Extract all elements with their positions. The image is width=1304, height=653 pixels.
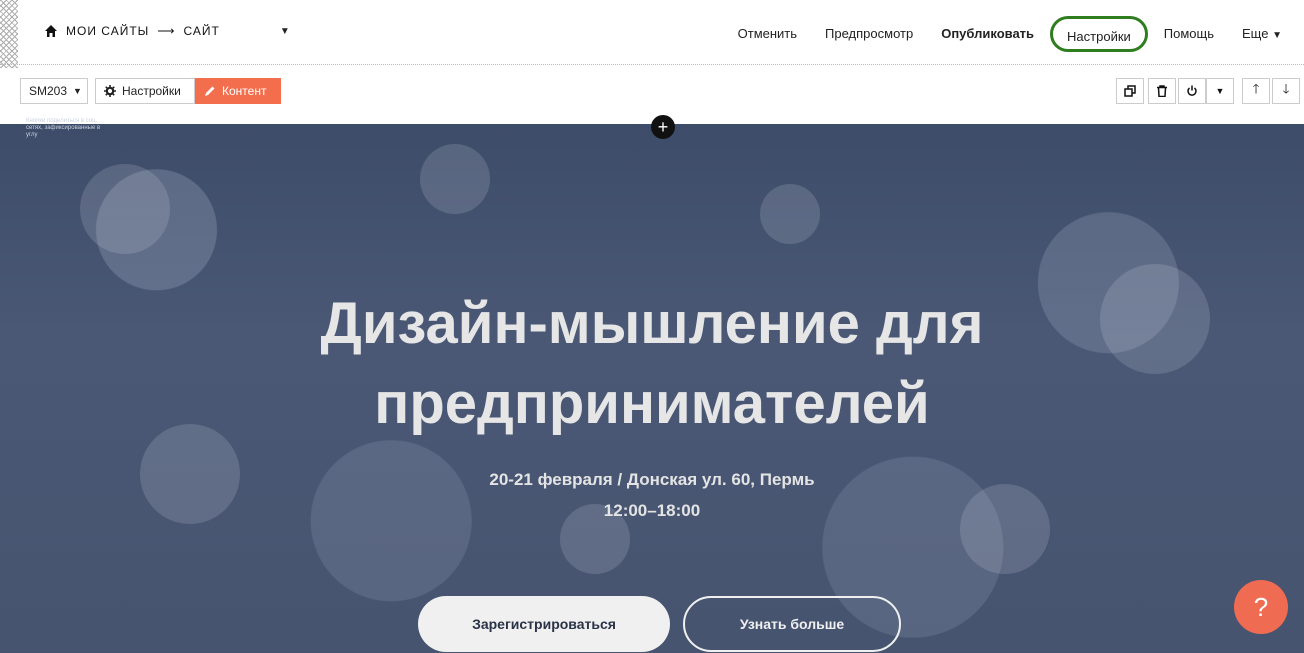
hero-subtitle: 20-21 февраля / Донская ул. 60, Пермь 12… [0, 464, 1304, 526]
breadcrumb-site[interactable]: САЙТ [183, 24, 219, 38]
pencil-icon [205, 86, 215, 96]
publish-button[interactable]: Опубликовать [927, 18, 1048, 50]
help-icon[interactable]: ? [1234, 580, 1288, 634]
background-figure [760, 184, 820, 244]
block-content-label: Контент [222, 84, 267, 98]
settings-button[interactable]: Настройки [1050, 16, 1148, 52]
hero-section: Дизайн-мышление для предпринимателей 20-… [0, 124, 1304, 653]
hero-title-line2: предпринимателей [374, 371, 930, 436]
chevron-down-icon: ▼ [73, 86, 82, 96]
block-content-button[interactable]: Контент [195, 78, 281, 104]
more-label: Еще [1242, 26, 1269, 41]
gear-icon [104, 85, 116, 97]
top-navigation: МОИ САЙТЫ ⟶ САЙТ ▼ Отменить Предпросмотр… [0, 0, 1304, 68]
breadcrumb-arrow: ⟶ [157, 24, 176, 38]
chevron-down-icon[interactable]: ▼ [280, 26, 291, 37]
trash-icon[interactable] [1148, 78, 1176, 104]
power-icon[interactable] [1178, 78, 1206, 104]
duplicate-icon[interactable] [1116, 78, 1144, 104]
cancel-button[interactable]: Отменить [724, 18, 811, 50]
home-icon[interactable] [44, 24, 58, 38]
breadcrumb: МОИ САЙТЫ ⟶ САЙТ ▼ [44, 24, 291, 38]
event-time: 12:00–18:00 [603, 501, 701, 520]
block-settings-button[interactable]: Настройки [95, 78, 195, 104]
arrow-down-icon[interactable]: 🡓 [1272, 78, 1300, 104]
more-menu[interactable]: Еще ▼ [1228, 18, 1296, 50]
block-id-label: SM203 [29, 84, 68, 98]
background-figure [420, 144, 490, 214]
hero-title-line1: Дизайн-мышление для [320, 291, 984, 356]
background-figure [80, 164, 170, 254]
chevron-down-icon[interactable]: ▼ [1206, 78, 1234, 104]
arrow-up-icon[interactable]: 🡑 [1242, 78, 1270, 104]
breadcrumb-my-sites[interactable]: МОИ САЙТЫ [66, 24, 149, 38]
plus-icon[interactable]: + [651, 115, 675, 139]
top-nav-menu: Отменить Предпросмотр Опубликовать Настр… [724, 16, 1296, 52]
event-date-place: 20-21 февраля / Донская ул. 60, Пермь [489, 470, 815, 489]
divider [0, 64, 1304, 65]
help-link[interactable]: Помощь [1150, 18, 1228, 50]
chevron-down-icon: ▼ [1272, 30, 1282, 41]
block-id-dropdown[interactable]: SM203 ▼ [20, 78, 88, 104]
block-settings-label: Настройки [122, 84, 181, 98]
preview-button[interactable]: Предпросмотр [811, 18, 927, 50]
hero-title: Дизайн-мышление для предпринимателей [0, 284, 1304, 444]
register-button[interactable]: Зарегистрироваться [418, 596, 670, 652]
block-toolbar: SM203 ▼ Настройки Контент ▼ 🡑 🡓 [0, 68, 1304, 124]
learn-more-button[interactable]: Узнать больше [683, 596, 901, 652]
share-buttons-hint: Кнопки поделиться в соц. сетях, зафиксир… [26, 118, 101, 138]
zigzag-decoration [0, 0, 18, 68]
